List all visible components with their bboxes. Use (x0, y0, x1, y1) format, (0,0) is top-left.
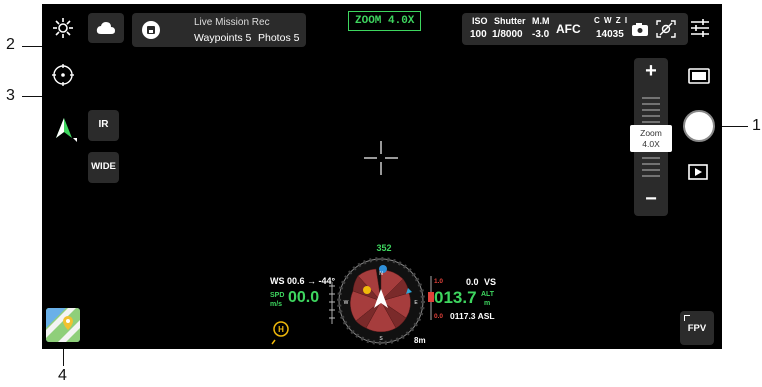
asl-value: 0117.3 ASL (450, 311, 495, 321)
callout-4: 4 (58, 367, 67, 384)
settings-sliders-icon[interactable] (690, 19, 710, 37)
fpv-button[interactable]: FPV (680, 311, 714, 345)
altitude-label: ALT (481, 291, 495, 298)
map-icon (46, 308, 80, 342)
cloud-button[interactable] (88, 13, 124, 43)
vertical-speed-value: 0.0 (466, 277, 479, 287)
photo-mode-icon[interactable] (688, 68, 710, 84)
zoom-level-value: 4.0X (642, 139, 660, 149)
speed-unit: m/s (270, 301, 283, 308)
home-point-icon: H (271, 321, 289, 345)
mission-title: Live Mission Rec (194, 17, 270, 28)
alt-bar-bottom: 0.0 (434, 313, 444, 320)
gimbal-target-icon[interactable] (52, 64, 74, 86)
mission-waypoints: Waypoints 5 (194, 32, 252, 44)
camera-icon (632, 23, 648, 36)
speed-value: 00.0 (288, 289, 320, 306)
iso-label: ISO (472, 16, 488, 26)
home-distance: 8m (414, 336, 426, 345)
mission-photos: Photos 5 (258, 32, 300, 44)
shutter-button[interactable] (683, 110, 715, 142)
mm-value: -3.0 (532, 29, 550, 40)
altitude-value: 013.7 (434, 288, 477, 307)
wide-button[interactable]: WIDE (88, 152, 119, 183)
camera-view[interactable]: Live Mission Rec Waypoints 5 Photos 5 ZO… (42, 4, 722, 349)
drone-direction-icon[interactable] (54, 116, 78, 142)
zoom-ticks-top (642, 97, 660, 123)
svg-text:H: H (278, 325, 284, 334)
compass-w: W (344, 300, 349, 306)
zoom-badge: ZOOM 4.0X (348, 11, 422, 31)
zoom-slider[interactable]: + Zoom 4.0X − (630, 58, 672, 216)
fpv-label: FPV (687, 323, 707, 334)
fpv-corner (684, 315, 690, 321)
focus-target-icon[interactable] (656, 20, 676, 38)
compass-n: N (379, 271, 383, 277)
zoom-out-button[interactable]: − (634, 188, 668, 211)
iso-value: 100 (470, 29, 487, 40)
afc-mode: AFC (556, 22, 581, 36)
shutter-label: Shutter (494, 16, 526, 26)
callout-2: 2 (6, 36, 15, 53)
wide-label: WIDE (91, 161, 116, 172)
zoom-ticks-bottom (642, 157, 660, 177)
mm-label: M.M (532, 16, 550, 26)
ir-button[interactable]: IR (88, 110, 119, 141)
storage-label: C W Z I (594, 16, 629, 25)
storage-value: 14035 (596, 29, 624, 40)
zoom-level-title: Zoom (640, 128, 662, 138)
heading-value: 352 (376, 243, 392, 253)
playback-icon[interactable] (688, 164, 708, 180)
compass: N E S W (337, 257, 425, 345)
shutter-value: 1/8000 (492, 29, 523, 40)
center-crosshair (364, 141, 398, 175)
cloud-icon (96, 22, 115, 34)
speed-bar (329, 282, 335, 324)
callout-1: 1 (752, 117, 761, 134)
save-icon (142, 21, 160, 39)
sun-exposure-icon[interactable] (52, 17, 74, 44)
callout-3: 3 (6, 87, 15, 104)
zoom-level-label: Zoom 4.0X (630, 125, 672, 152)
speed-label: SPD (270, 292, 285, 299)
altitude-unit: m (484, 300, 491, 307)
wind-speed: WS 00.6 → -44° (270, 276, 336, 286)
ir-label: IR (98, 119, 109, 130)
camera-settings-panel[interactable]: ISO 100 Shutter 1/8000 M.M -3.0 AFC C W … (462, 13, 688, 45)
map-button[interactable] (46, 308, 80, 342)
mission-panel[interactable]: Live Mission Rec Waypoints 5 Photos 5 (132, 13, 306, 47)
vertical-speed-label: VS (484, 277, 497, 287)
zoom-in-button[interactable]: + (634, 60, 668, 83)
